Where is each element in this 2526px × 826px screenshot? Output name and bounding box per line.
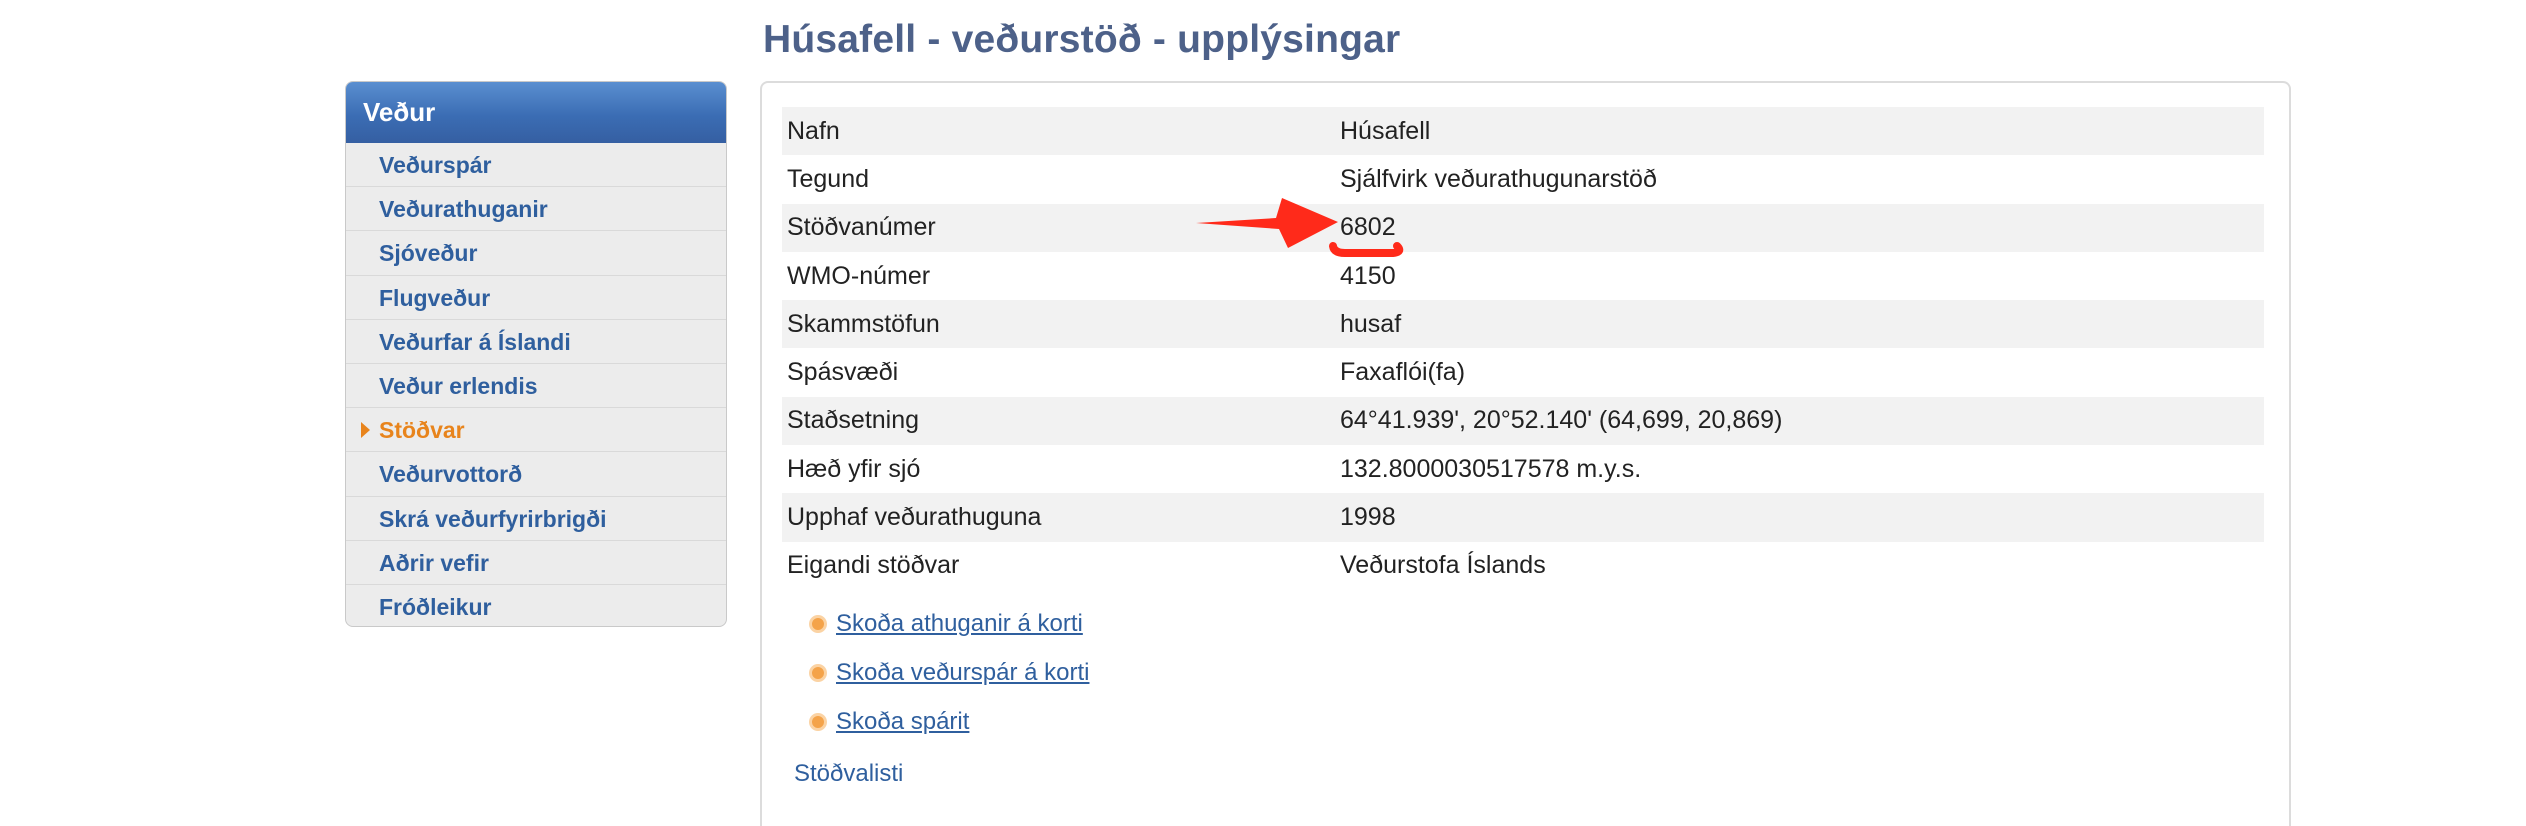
row-value: Húsafell bbox=[1340, 116, 1431, 145]
table-row: Nafn Húsafell bbox=[782, 107, 2264, 156]
sidebar-item-label: Veðurfar á Íslandi bbox=[379, 328, 571, 355]
sidebar-item-label: Fróðleikur bbox=[379, 593, 492, 620]
row-label: Nafn bbox=[787, 116, 840, 145]
sidebar-item-skra-vedurfyrirbrigdi[interactable]: Skrá veðurfyrirbrigði bbox=[346, 497, 726, 541]
sidebar-header[interactable]: Veður bbox=[346, 82, 726, 143]
table-row: Tegund Sjálfvirk veðurathugunarstöð bbox=[782, 155, 2264, 203]
sidebar-item-flugvedur[interactable]: Flugveður bbox=[346, 276, 726, 320]
row-label: Stöðvanúmer bbox=[787, 213, 936, 242]
sidebar-item-frodleikur[interactable]: Fróðleikur bbox=[346, 585, 726, 626]
bullet-icon bbox=[809, 664, 827, 682]
sidebar-item-sjovedur[interactable]: Sjóveður bbox=[346, 231, 726, 276]
link-label: Skoða veðurspár á korti bbox=[836, 659, 1090, 686]
sidebar-item-label: Flugveður bbox=[379, 284, 491, 311]
sidebar-item-label: Veðurspár bbox=[379, 152, 492, 178]
station-list-link[interactable]: Stöðvalisti bbox=[794, 760, 903, 788]
table-row: Stöðvanúmer 6802 bbox=[782, 203, 2264, 252]
row-label: Staðsetning bbox=[787, 406, 920, 435]
row-value: 64°41.939', 20°52.140' (64,699, 20,869) bbox=[1340, 406, 1783, 435]
row-value: 6802 bbox=[1340, 213, 1396, 242]
sidebar-item-vedurspar[interactable]: Veðurspár bbox=[346, 143, 726, 188]
table-row: Skammstöfun husaf bbox=[782, 300, 2264, 349]
bullet-icon bbox=[809, 713, 827, 731]
active-marker-icon bbox=[361, 422, 370, 439]
row-value: 1998 bbox=[1340, 503, 1396, 532]
sidebar-item-vedurfar[interactable]: Veðurfar á Íslandi bbox=[346, 320, 726, 364]
table-row: Spásvæði Faxaflói(fa) bbox=[782, 348, 2264, 396]
row-value: 132.8000030517578 m.y.s. bbox=[1340, 454, 1642, 483]
table-row: Upphaf veðurathuguna 1998 bbox=[782, 493, 2264, 542]
link-label: Skoða athuganir á korti bbox=[836, 610, 1083, 637]
sidebar-item-stodvar[interactable]: Stöðvar bbox=[346, 408, 726, 453]
sidebar-item-adrir-vefir[interactable]: Aðrir vefir bbox=[346, 541, 726, 585]
row-label: Spásvæði bbox=[787, 358, 899, 387]
row-value: 4150 bbox=[1340, 261, 1396, 290]
sidebar-item-label: Aðrir vefir bbox=[379, 549, 489, 576]
sidebar-item-label: Stöðvar bbox=[379, 417, 465, 444]
sidebar-item-label: Veður erlendis bbox=[379, 372, 538, 399]
row-label: Skammstöfun bbox=[787, 309, 940, 338]
row-value: Sjálfvirk veðurathugunarstöð bbox=[1340, 164, 1657, 193]
sidebar-item-label: Veðurvottorð bbox=[379, 461, 523, 488]
sidebar-item-vedur-erlendis[interactable]: Veður erlendis bbox=[346, 364, 726, 409]
bullet-icon bbox=[809, 615, 827, 633]
table-row: Staðsetning 64°41.939', 20°52.140' (64,6… bbox=[782, 396, 2264, 446]
link-label: Skoða spárit bbox=[836, 708, 970, 735]
view-observations-map-link[interactable]: Skoða athuganir á korti bbox=[809, 610, 1083, 638]
row-label: WMO-númer bbox=[787, 261, 931, 290]
row-value: husaf bbox=[1340, 309, 1402, 338]
page: Húsafell - veðurstöð - upplýsingar Veður… bbox=[0, 0, 2526, 826]
row-label: Eigandi stöðvar bbox=[787, 551, 960, 580]
sidebar-item-label: Skrá veðurfyrirbrigði bbox=[379, 505, 607, 532]
table-row: Hæð yfir sjó 132.8000030517578 m.y.s. bbox=[782, 445, 2264, 493]
row-label: Tegund bbox=[787, 164, 870, 193]
table-row: WMO-númer 4150 bbox=[782, 252, 2264, 300]
row-label: Hæð yfir sjó bbox=[787, 454, 921, 483]
sidebar-item-label: Sjóveður bbox=[379, 240, 478, 267]
page-title: Húsafell - veðurstöð - upplýsingar bbox=[763, 18, 1401, 61]
sidebar-item-vedurathuganir[interactable]: Veðurathuganir bbox=[346, 187, 726, 232]
row-value: Veðurstofa Íslands bbox=[1340, 551, 1546, 580]
view-forecast-chart-link[interactable]: Skoða spárit bbox=[809, 708, 969, 736]
sidebar-nav: Veður Veðurspár Veðurathuganir Sjóveður … bbox=[345, 81, 727, 627]
row-value: Faxaflói(fa) bbox=[1340, 358, 1466, 387]
table-row: Eigandi stöðvar Veðurstofa Íslands bbox=[782, 542, 2264, 590]
station-info-table: Nafn Húsafell Tegund Sjálfvirk veðurathu… bbox=[782, 107, 2264, 590]
sidebar-item-label: Veðurathuganir bbox=[379, 196, 548, 223]
sidebar-list: Veðurspár Veðurathuganir Sjóveður Flugve… bbox=[346, 143, 726, 626]
row-label: Upphaf veðurathuguna bbox=[787, 503, 1042, 532]
sidebar-item-vedurvottord[interactable]: Veðurvottorð bbox=[346, 452, 726, 497]
view-forecasts-map-link[interactable]: Skoða veðurspár á korti bbox=[809, 659, 1089, 687]
